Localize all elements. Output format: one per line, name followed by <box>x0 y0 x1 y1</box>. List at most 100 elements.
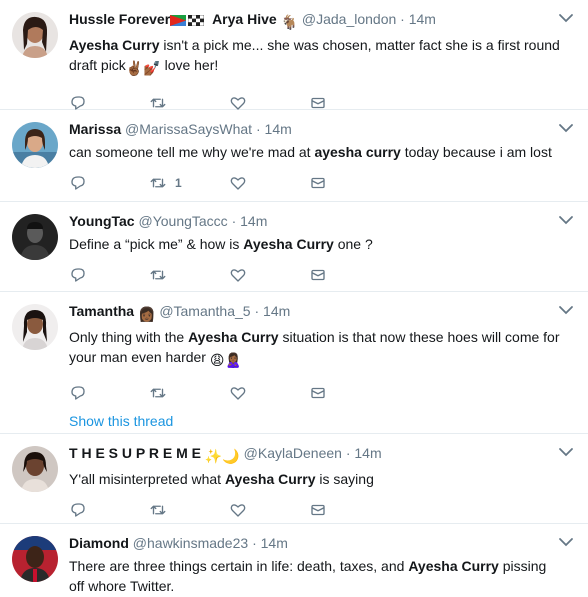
tweet-time[interactable]: 14m <box>240 213 267 229</box>
user-handle[interactable]: @MarissaSaysWhat <box>125 121 252 137</box>
tweet-text-pre: Define a “pick me” & how is <box>69 236 244 252</box>
dm-button[interactable] <box>309 266 389 284</box>
tweet-text-body: is saying <box>315 471 374 487</box>
tweet[interactable]: Marissa @MarissaSaysWhat · 14m can someo… <box>0 110 588 202</box>
woman-emoji-icon: 👩🏾 <box>137 306 156 322</box>
tweet-text: can someone tell me why we're mad at aye… <box>69 142 574 162</box>
tweet[interactable]: Tamantha 👩🏾 @Tamantha_5 · 14m Only thing… <box>0 292 588 434</box>
reply-button[interactable] <box>69 384 149 402</box>
retweet-icon <box>150 388 166 398</box>
user-handle[interactable]: @YoungTaccc <box>138 213 227 229</box>
retweet-button[interactable] <box>149 501 229 519</box>
display-name[interactable]: Tamantha <box>69 303 134 319</box>
tweet-time[interactable]: 14m <box>261 535 288 551</box>
tweet-header: YoungTac @YoungTaccc · 14m <box>69 212 574 231</box>
separator: · <box>255 121 261 137</box>
tweet-time[interactable]: 14m <box>265 121 292 137</box>
display-name[interactable]: Diamond <box>69 535 129 551</box>
tweet-header: T H E S U P R E M E ✨🌙 @KaylaDeneen · 14… <box>69 444 574 466</box>
highlight-term: Ayesha Curry <box>224 471 316 487</box>
display-name[interactable]: YoungTac <box>69 213 135 229</box>
user-handle[interactable]: @Tamantha_5 <box>159 303 250 319</box>
highlight-term: ayesha curry <box>314 144 401 160</box>
display-name[interactable]: Marissa <box>69 121 121 137</box>
weary-face-emoji-icon: 😩 <box>209 352 225 368</box>
highlight-term: Ayesha Curry <box>188 329 279 345</box>
sparkles-emoji-icon: ✨ <box>204 448 223 464</box>
caret-down-icon[interactable] <box>558 214 574 226</box>
tweet-feed: Hussle Forever Arya Hive 🐐 @Jada_london … <box>0 0 588 597</box>
dm-icon <box>311 504 325 516</box>
tweet-text-body: one ? <box>333 236 373 252</box>
caret-down-icon[interactable] <box>558 12 574 24</box>
avatar[interactable] <box>12 536 58 582</box>
highlight-term: Ayesha Curry <box>408 558 499 574</box>
tweet-text-pre: Y'all misinterpreted what <box>69 471 225 487</box>
separator: · <box>231 213 237 229</box>
tweet-time[interactable]: 14m <box>409 11 436 27</box>
tweet-time[interactable]: 14m <box>263 303 290 319</box>
tweet-text: Y'all misinterpreted what Ayesha Curry i… <box>69 469 574 489</box>
retweet-button[interactable]: 1 <box>149 174 229 192</box>
hand-emoji-icon: ✌🏾 <box>125 60 144 76</box>
tweet-text: There are three things certain in life: … <box>69 556 574 596</box>
reply-button[interactable] <box>69 266 149 284</box>
user-handle[interactable]: @hawkinsmade23 <box>133 535 248 551</box>
display-name[interactable]: Hussle Forever <box>69 11 170 27</box>
tweet[interactable]: Diamond @hawkinsmade23 · 14m There are t… <box>0 524 588 597</box>
tweet-time[interactable]: 14m <box>354 445 381 461</box>
display-name[interactable]: T H E S U P R E M E <box>69 445 201 461</box>
highlight-term: Ayesha Curry <box>69 37 160 53</box>
eritrea-flag-icon <box>170 15 187 26</box>
retweet-button[interactable] <box>149 266 229 284</box>
tweet-text-pre: Only thing with the <box>69 329 189 345</box>
separator: · <box>254 303 260 319</box>
avatar[interactable] <box>12 446 58 492</box>
like-icon <box>230 504 246 517</box>
tweet-text: Only thing with the Ayesha Curry situati… <box>69 327 574 370</box>
user-handle[interactable]: @KaylaDeneen <box>244 445 342 461</box>
like-button[interactable] <box>229 384 309 402</box>
tweet[interactable]: T H E S U P R E M E ✨🌙 @KaylaDeneen · 14… <box>0 434 588 524</box>
reply-icon <box>71 503 85 517</box>
tweet-text: Ayesha Curry isn't a pick me... she was … <box>69 35 574 78</box>
tweet[interactable]: YoungTac @YoungTaccc · 14m Define a “pic… <box>0 202 588 292</box>
tweet[interactable]: Hussle Forever Arya Hive 🐐 @Jada_london … <box>0 0 588 110</box>
goat-emoji-icon: 🐐 <box>280 14 298 30</box>
tweet-actions: 1 <box>69 166 574 200</box>
separator: · <box>400 11 405 27</box>
caret-down-icon[interactable] <box>558 304 574 316</box>
dm-button[interactable] <box>309 501 389 519</box>
reply-button[interactable] <box>69 501 149 519</box>
tweet-header: Hussle Forever Arya Hive 🐐 @Jada_london … <box>69 10 574 32</box>
checkered-flag-icon <box>188 15 205 26</box>
tweet-text-body: today because i am lost <box>400 144 552 160</box>
avatar[interactable] <box>12 122 58 168</box>
retweet-button[interactable] <box>149 384 229 402</box>
reply-icon <box>71 386 85 400</box>
tweet-header: Marissa @MarissaSaysWhat · 14m <box>69 120 574 139</box>
like-button[interactable] <box>229 501 309 519</box>
caret-down-icon[interactable] <box>558 446 574 458</box>
like-button[interactable] <box>229 266 309 284</box>
like-button[interactable] <box>229 174 309 192</box>
reply-icon <box>71 268 85 282</box>
reply-button[interactable] <box>69 174 149 192</box>
avatar[interactable] <box>12 304 58 350</box>
tweet-text-pre: can someone tell me why we're mad at <box>69 144 315 160</box>
like-icon <box>230 269 246 282</box>
highlight-term: Ayesha Curry <box>243 236 334 252</box>
user-handle[interactable]: @Jada_london <box>302 11 396 27</box>
like-icon <box>230 177 246 190</box>
display-name-part2[interactable]: Arya Hive <box>212 11 277 27</box>
crescent-moon-emoji-icon: 🌙 <box>222 448 240 464</box>
avatar[interactable] <box>12 214 58 260</box>
caret-down-icon[interactable] <box>558 122 574 134</box>
avatar[interactable] <box>12 12 58 58</box>
like-icon <box>230 387 246 400</box>
dm-button[interactable] <box>309 384 389 402</box>
tweet-actions <box>69 376 574 410</box>
caret-down-icon[interactable] <box>558 536 574 548</box>
woman-gesturing-emoji-icon: 🙎🏾‍♀️ <box>224 352 242 368</box>
dm-button[interactable] <box>309 174 389 192</box>
